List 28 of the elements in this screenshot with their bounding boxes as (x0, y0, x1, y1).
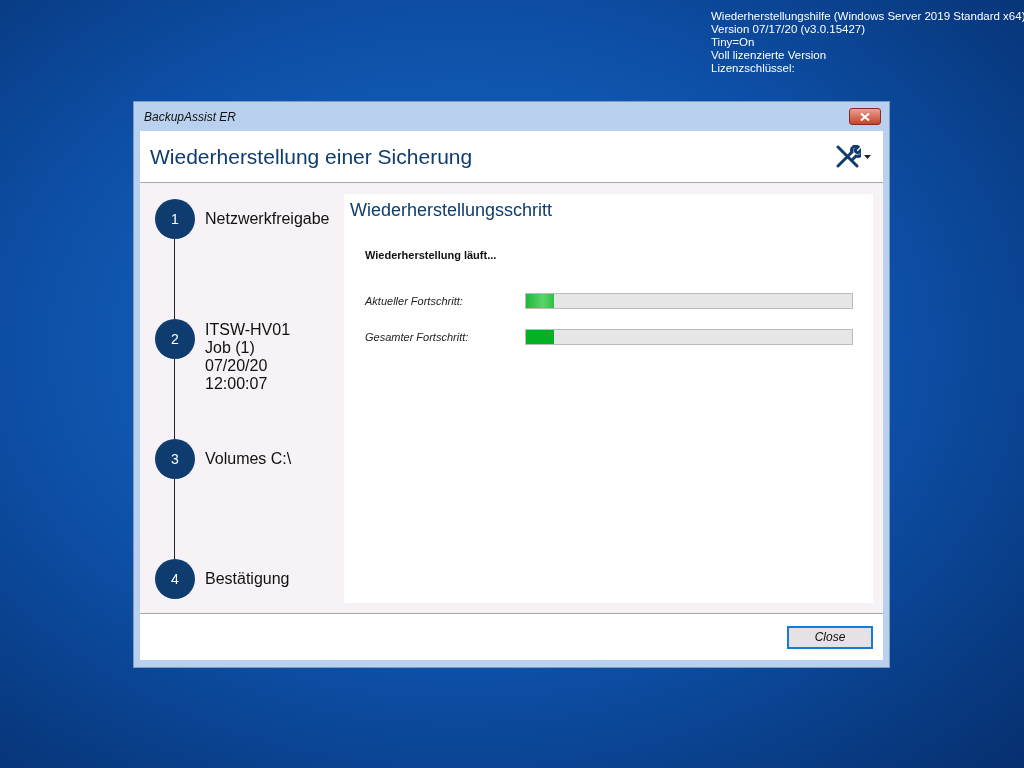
close-button[interactable] (849, 108, 881, 125)
panel-title: Wiederherstellungsschritt (350, 200, 554, 221)
info-text: Lizenzschlüssel: (711, 62, 796, 75)
info-text: Wiederherstellungshilfe (Windows Server 2019 Standard x64) (711, 10, 1024, 23)
progress-label: Aktueller Fortschritt: (365, 295, 464, 307)
info-text: Version 07/17/20 (v3.0.15427) (711, 23, 867, 36)
step-number: 4 (155, 559, 195, 599)
wizard-heading: Wiederherstellung einer Sicherung (150, 144, 473, 169)
window-title: BackupAssist ER (144, 109, 237, 124)
step-label: Netzwerkfreigabe (205, 210, 330, 228)
info-text: Voll lizenzierte Version (711, 49, 828, 62)
status-text: Wiederherstellung läuft... (365, 249, 498, 261)
caret-icon (864, 154, 871, 159)
close-icon (860, 112, 870, 121)
step-label: Bestätigung (205, 570, 290, 588)
step-number: 3 (155, 439, 195, 479)
tools-icon (835, 144, 861, 169)
step-label: 07/20/20 (205, 357, 269, 375)
step-label: 12:00:07 (205, 375, 269, 393)
step-label: Volumes C:\ (205, 450, 292, 468)
step-number: 2 (155, 319, 195, 359)
info-text: Tiny=On (711, 36, 756, 49)
progress-label: Gesamter Fortschritt: (365, 331, 470, 343)
step-label: Job (1) (205, 339, 256, 357)
step-number: 1 (155, 199, 195, 239)
step-label: ITSW-HV01 (205, 321, 291, 339)
tools-menu-button[interactable] (835, 144, 871, 169)
close-dialog-button[interactable]: Close (787, 625, 873, 649)
